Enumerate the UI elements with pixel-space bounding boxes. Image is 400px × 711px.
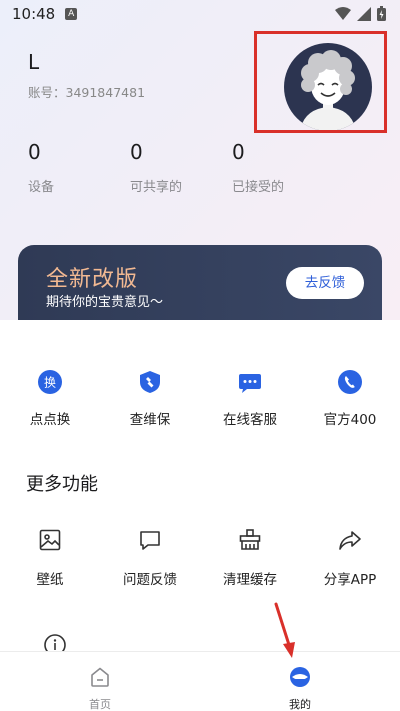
battery-icon	[377, 6, 386, 21]
message-icon	[140, 531, 160, 550]
home-icon	[91, 667, 109, 687]
status-bar: 10:48 A	[0, 0, 400, 28]
red-pointer-arrow-icon	[274, 602, 295, 658]
stat-value: 0	[232, 140, 245, 164]
feature-clear-cache[interactable]: 清理缓存	[200, 528, 300, 588]
feedback-banner[interactable]: 全新改版 期待你的宝贵意见～ 去反馈	[18, 245, 382, 325]
broom-icon	[239, 529, 261, 550]
profile-name: L	[28, 50, 40, 74]
stat-label: 可共享的	[130, 180, 183, 195]
account-number: 账号：3491847481	[28, 85, 146, 100]
swap-icon-text: 换	[44, 376, 56, 390]
tab-mine[interactable]: 我的	[200, 652, 400, 711]
quick-action-swap[interactable]: 换 点点换	[0, 370, 100, 428]
feature-feedback[interactable]: 问题反馈	[100, 528, 200, 588]
stat-label: 设备	[28, 180, 55, 195]
more-features-grid: 壁纸 问题反馈 清理缓存 分享APP	[0, 528, 400, 588]
image-icon	[39, 529, 61, 551]
quick-actions: 换 点点换 查维保 在线客服 官方400	[0, 370, 400, 428]
more-features-title: 更多功能	[26, 474, 98, 495]
banner-subtitle: 期待你的宝贵意见～	[46, 295, 164, 310]
bottom-tab-bar: 首页 我的	[0, 651, 400, 711]
quick-action-label: 点点换	[29, 412, 71, 428]
stat-devices[interactable]: 0 设备	[28, 140, 108, 195]
share-icon	[339, 531, 361, 550]
swap-icon: 换	[38, 370, 62, 394]
signal-icon	[357, 6, 371, 21]
stat-label: 已接受的	[232, 180, 285, 195]
profile-tab-icon	[290, 667, 310, 687]
feature-wallpaper[interactable]: 壁纸	[0, 528, 100, 588]
feature-label: 问题反馈	[123, 572, 177, 588]
warranty-icon	[140, 371, 160, 393]
feature-label: 清理缓存	[223, 572, 277, 588]
stat-accepted[interactable]: 0 已接受的	[232, 140, 312, 195]
tab-home[interactable]: 首页	[0, 652, 200, 711]
wifi-icon	[335, 6, 351, 20]
quick-action-warranty[interactable]: 查维保	[100, 370, 200, 428]
tab-label: 我的	[289, 698, 311, 711]
phone-icon	[338, 370, 362, 394]
quick-action-label: 在线客服	[223, 412, 277, 428]
stat-shareable[interactable]: 0 可共享的	[130, 140, 210, 195]
stats-row: 0 设备 0 可共享的 0 已接受的	[28, 140, 312, 195]
stat-value: 0	[28, 140, 41, 164]
feature-label: 分享APP	[323, 572, 377, 588]
quick-action-label: 官方400	[323, 412, 377, 428]
quick-action-hotline[interactable]: 官方400	[300, 370, 400, 428]
banner-title: 全新改版	[46, 267, 139, 292]
feature-label: 壁纸	[36, 572, 64, 588]
status-icons	[335, 6, 386, 21]
info-icon[interactable]	[42, 632, 68, 651]
status-time: 10:48	[12, 5, 56, 23]
quick-action-label: 查维保	[129, 412, 171, 428]
feature-share-app[interactable]: 分享APP	[300, 528, 400, 588]
main-sheet: 换 点点换 查维保 在线客服 官方400 更多功能 壁纸 问题反馈 清理缓存 分…	[0, 320, 400, 651]
tab-label: 首页	[89, 698, 111, 711]
stat-value: 0	[130, 140, 143, 164]
chat-icon	[239, 374, 261, 393]
quick-action-chat[interactable]: 在线客服	[200, 370, 300, 428]
feedback-button[interactable]: 去反馈	[286, 267, 364, 299]
avatar-highlight-box	[254, 31, 387, 133]
notification-a-icon: A	[65, 8, 78, 20]
